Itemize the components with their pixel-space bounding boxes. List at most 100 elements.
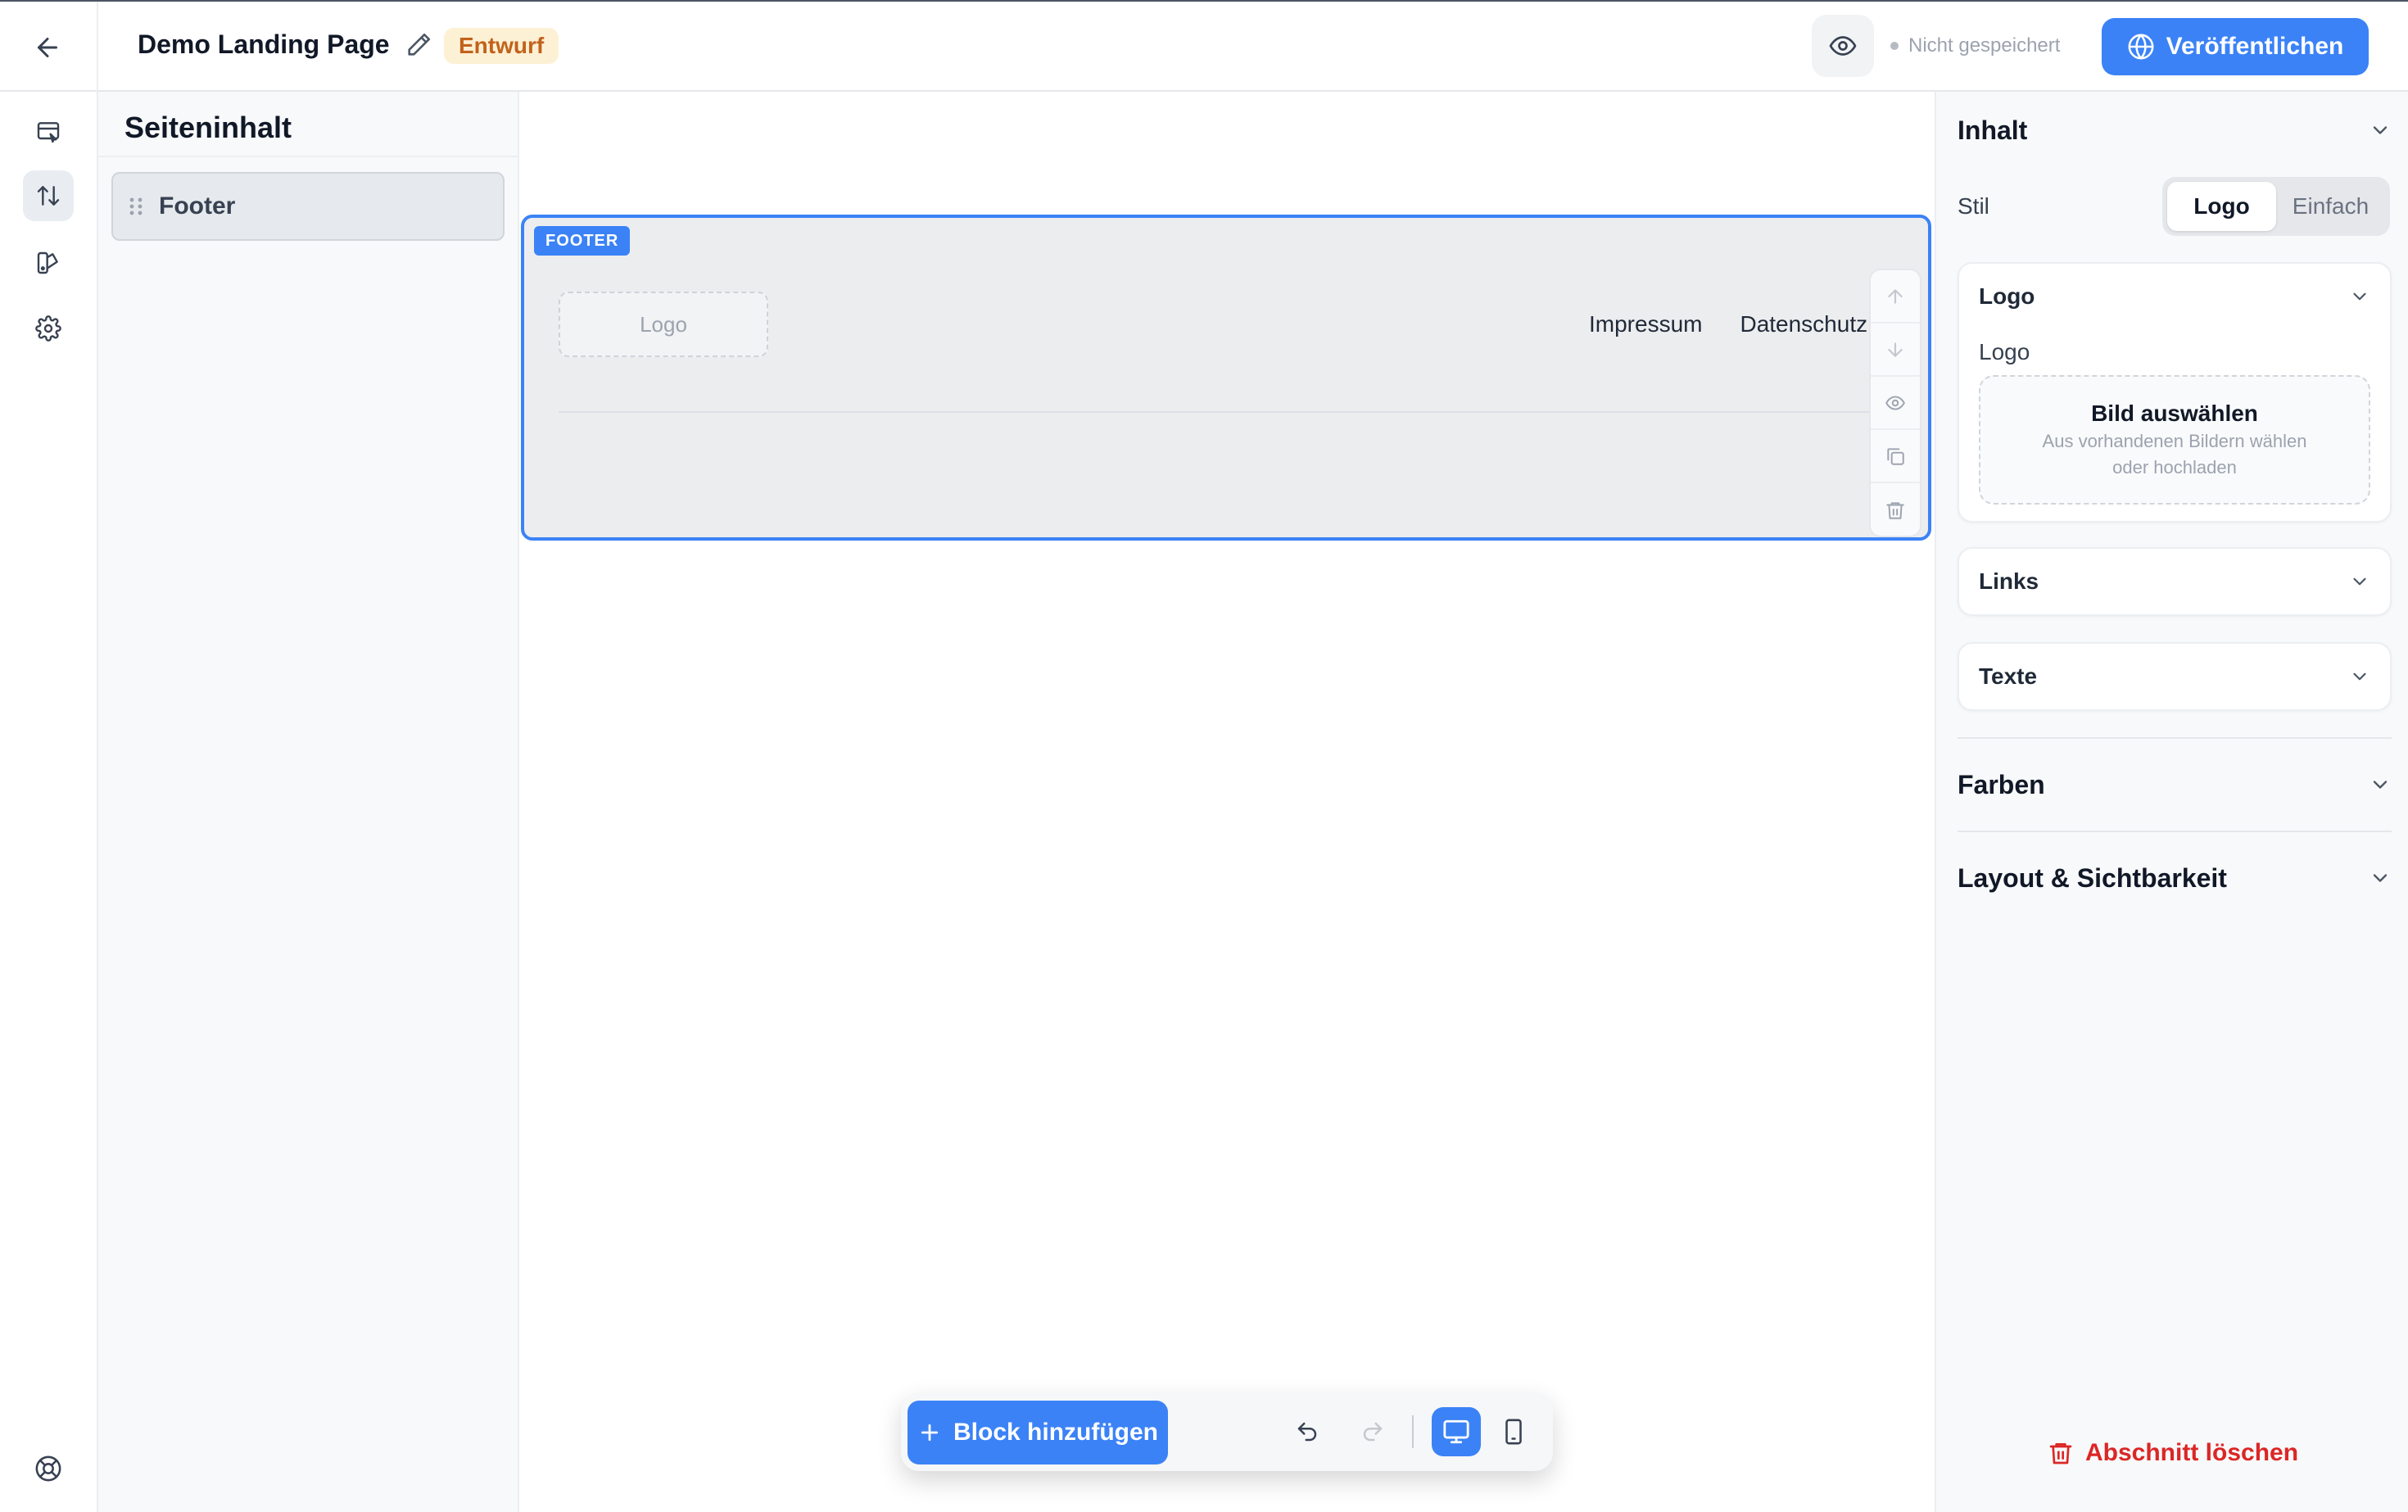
style-option-simple[interactable]: Einfach: [2276, 182, 2385, 231]
left-rail: [0, 92, 98, 1512]
desktop-view-button[interactable]: [1432, 1407, 1481, 1456]
gear-icon: [35, 315, 61, 342]
top-bar: Demo Landing Page Entwurf Nicht gespeich…: [0, 0, 2408, 92]
rail-sections-button[interactable]: [23, 170, 74, 221]
page-content-panel: Seiteninhalt Footer: [98, 92, 519, 1512]
arrow-left-icon: [38, 38, 57, 57]
colors-section-title: Farben: [1958, 769, 2045, 799]
properties-panel: Inhalt Stil Logo Einfach Logo Logo Bild …: [1935, 92, 2408, 1512]
plus-icon: [921, 1424, 939, 1442]
style-label: Stil: [1958, 193, 1989, 219]
section-divider: [1958, 737, 2392, 739]
save-status: Nicht gespeichert: [1890, 33, 2060, 59]
drag-handle-icon[interactable]: [128, 197, 144, 216]
preview-button[interactable]: [1812, 15, 1874, 77]
links-card-header[interactable]: Links: [1979, 549, 2370, 614]
copy-icon: [1887, 447, 1904, 465]
pencil-icon: [408, 33, 431, 56]
topbar-divider: [97, 2, 98, 92]
publish-label: Veröffentlichen: [2166, 33, 2344, 60]
block-type-tag: FOOTER: [534, 226, 631, 256]
palette-icon: [37, 251, 58, 274]
undo-button[interactable]: [1283, 1407, 1332, 1456]
globe-icon: [2128, 34, 2154, 60]
section-divider: [1958, 831, 2392, 832]
arrow-up-icon: [1888, 288, 1903, 304]
rail-help-button[interactable]: [23, 1443, 74, 1494]
block-toolbar: [1869, 269, 1921, 537]
trash-icon: [2049, 1443, 2072, 1464]
save-status-text: Nicht gespeichert: [1908, 34, 2061, 57]
footer-links: Impressum Datenschutz: [1589, 306, 1876, 342]
rail-pages-button[interactable]: [23, 106, 74, 157]
chevron-down-icon: [2353, 577, 2366, 586]
tablet-view-button[interactable]: [1489, 1407, 1538, 1456]
chevron-down-icon: [2373, 781, 2388, 789]
layout-section-title: Layout & Sichtbarkeit: [1958, 862, 2227, 893]
chevron-down-icon: [2373, 874, 2388, 882]
footer-divider: [559, 411, 1885, 413]
chevron-down-icon: [2373, 126, 2388, 134]
add-block-button[interactable]: Block hinzufügen: [908, 1401, 1168, 1464]
chevron-down-icon: [2353, 672, 2366, 681]
bottom-toolbar: Block hinzufügen: [901, 1392, 1553, 1471]
eye-icon: [1885, 395, 1905, 410]
editor-canvas: FOOTER Logo Impressum Datenschutz: [519, 92, 1935, 1512]
style-segmented-control: Logo Einfach: [2162, 177, 2390, 236]
eye-icon: [1829, 36, 1857, 56]
logo-field-label: Logo: [1979, 339, 2030, 364]
save-status-dot: [1890, 42, 1899, 50]
delete-block-button[interactable]: [1871, 483, 1920, 536]
logo-card-title: Logo: [1979, 283, 2035, 309]
page-title: Demo Landing Page: [138, 29, 390, 59]
duplicate-button[interactable]: [1871, 430, 1920, 483]
back-button[interactable]: [25, 26, 70, 69]
rail-design-button[interactable]: [23, 238, 74, 288]
content-section-header[interactable]: Inhalt: [1958, 107, 2392, 153]
content-section-title: Inhalt: [1958, 115, 2028, 145]
tablet-icon: [1505, 1419, 1522, 1445]
section-item-footer[interactable]: Footer: [111, 172, 505, 241]
links-card: Links: [1958, 547, 2392, 616]
footer-logo-placeholder[interactable]: Logo: [559, 292, 768, 357]
chevron-down-icon: [2353, 292, 2366, 301]
logo-card: Logo Logo Bild auswählen Aus vorhandenen…: [1958, 262, 2392, 523]
arrow-down-icon: [1888, 342, 1903, 357]
publish-button[interactable]: Veröffentlichen: [2102, 18, 2369, 75]
undo-icon: [1297, 1422, 1317, 1442]
texts-card-title: Texte: [1979, 663, 2038, 689]
add-block-label: Block hinzufügen: [953, 1419, 1158, 1446]
style-option-logo[interactable]: Logo: [2167, 182, 2276, 231]
colors-section-header[interactable]: Farben: [1958, 762, 2392, 808]
links-card-title: Links: [1979, 568, 2039, 594]
texts-card: Texte: [1958, 642, 2392, 711]
lifebuoy-icon: [35, 1455, 61, 1482]
dropzone-subtitle: Aus vorhandenen Bildern wählen oder hoch…: [2042, 431, 2307, 478]
trash-icon: [1886, 501, 1904, 519]
layout-icon: [37, 122, 60, 143]
section-item-label: Footer: [159, 192, 236, 220]
delete-section-button[interactable]: Abschnitt löschen: [2048, 1435, 2298, 1471]
move-down-button[interactable]: [1871, 324, 1920, 377]
layout-section-header[interactable]: Layout & Sichtbarkeit: [1958, 855, 2392, 901]
toolbar-separator: [1412, 1415, 1414, 1448]
logo-card-header[interactable]: Logo: [1979, 264, 2370, 329]
dropzone-title: Bild auswählen: [2091, 401, 2258, 426]
status-badge: Entwurf: [444, 28, 559, 64]
rail-settings-button[interactable]: [23, 303, 74, 354]
move-up-button[interactable]: [1871, 270, 1920, 324]
edit-title-button[interactable]: [405, 31, 432, 59]
sort-icon: [37, 186, 60, 206]
panel-title: Seiteninhalt: [124, 111, 292, 144]
footer-link[interactable]: Impressum: [1589, 311, 1702, 337]
footer-link[interactable]: Datenschutz: [1740, 311, 1867, 337]
desktop-icon: [1443, 1419, 1469, 1444]
redo-button[interactable]: [1348, 1407, 1397, 1456]
toggle-visibility-button[interactable]: [1871, 377, 1920, 430]
footer-block[interactable]: FOOTER Logo Impressum Datenschutz: [521, 215, 1931, 541]
delete-section-label: Abschnitt löschen: [2085, 1439, 2299, 1466]
redo-icon: [1363, 1422, 1383, 1442]
image-picker-dropzone[interactable]: Bild auswählen Aus vorhandenen Bildern w…: [1979, 375, 2370, 505]
panel-divider: [98, 156, 518, 157]
texts-card-header[interactable]: Texte: [1979, 644, 2370, 709]
